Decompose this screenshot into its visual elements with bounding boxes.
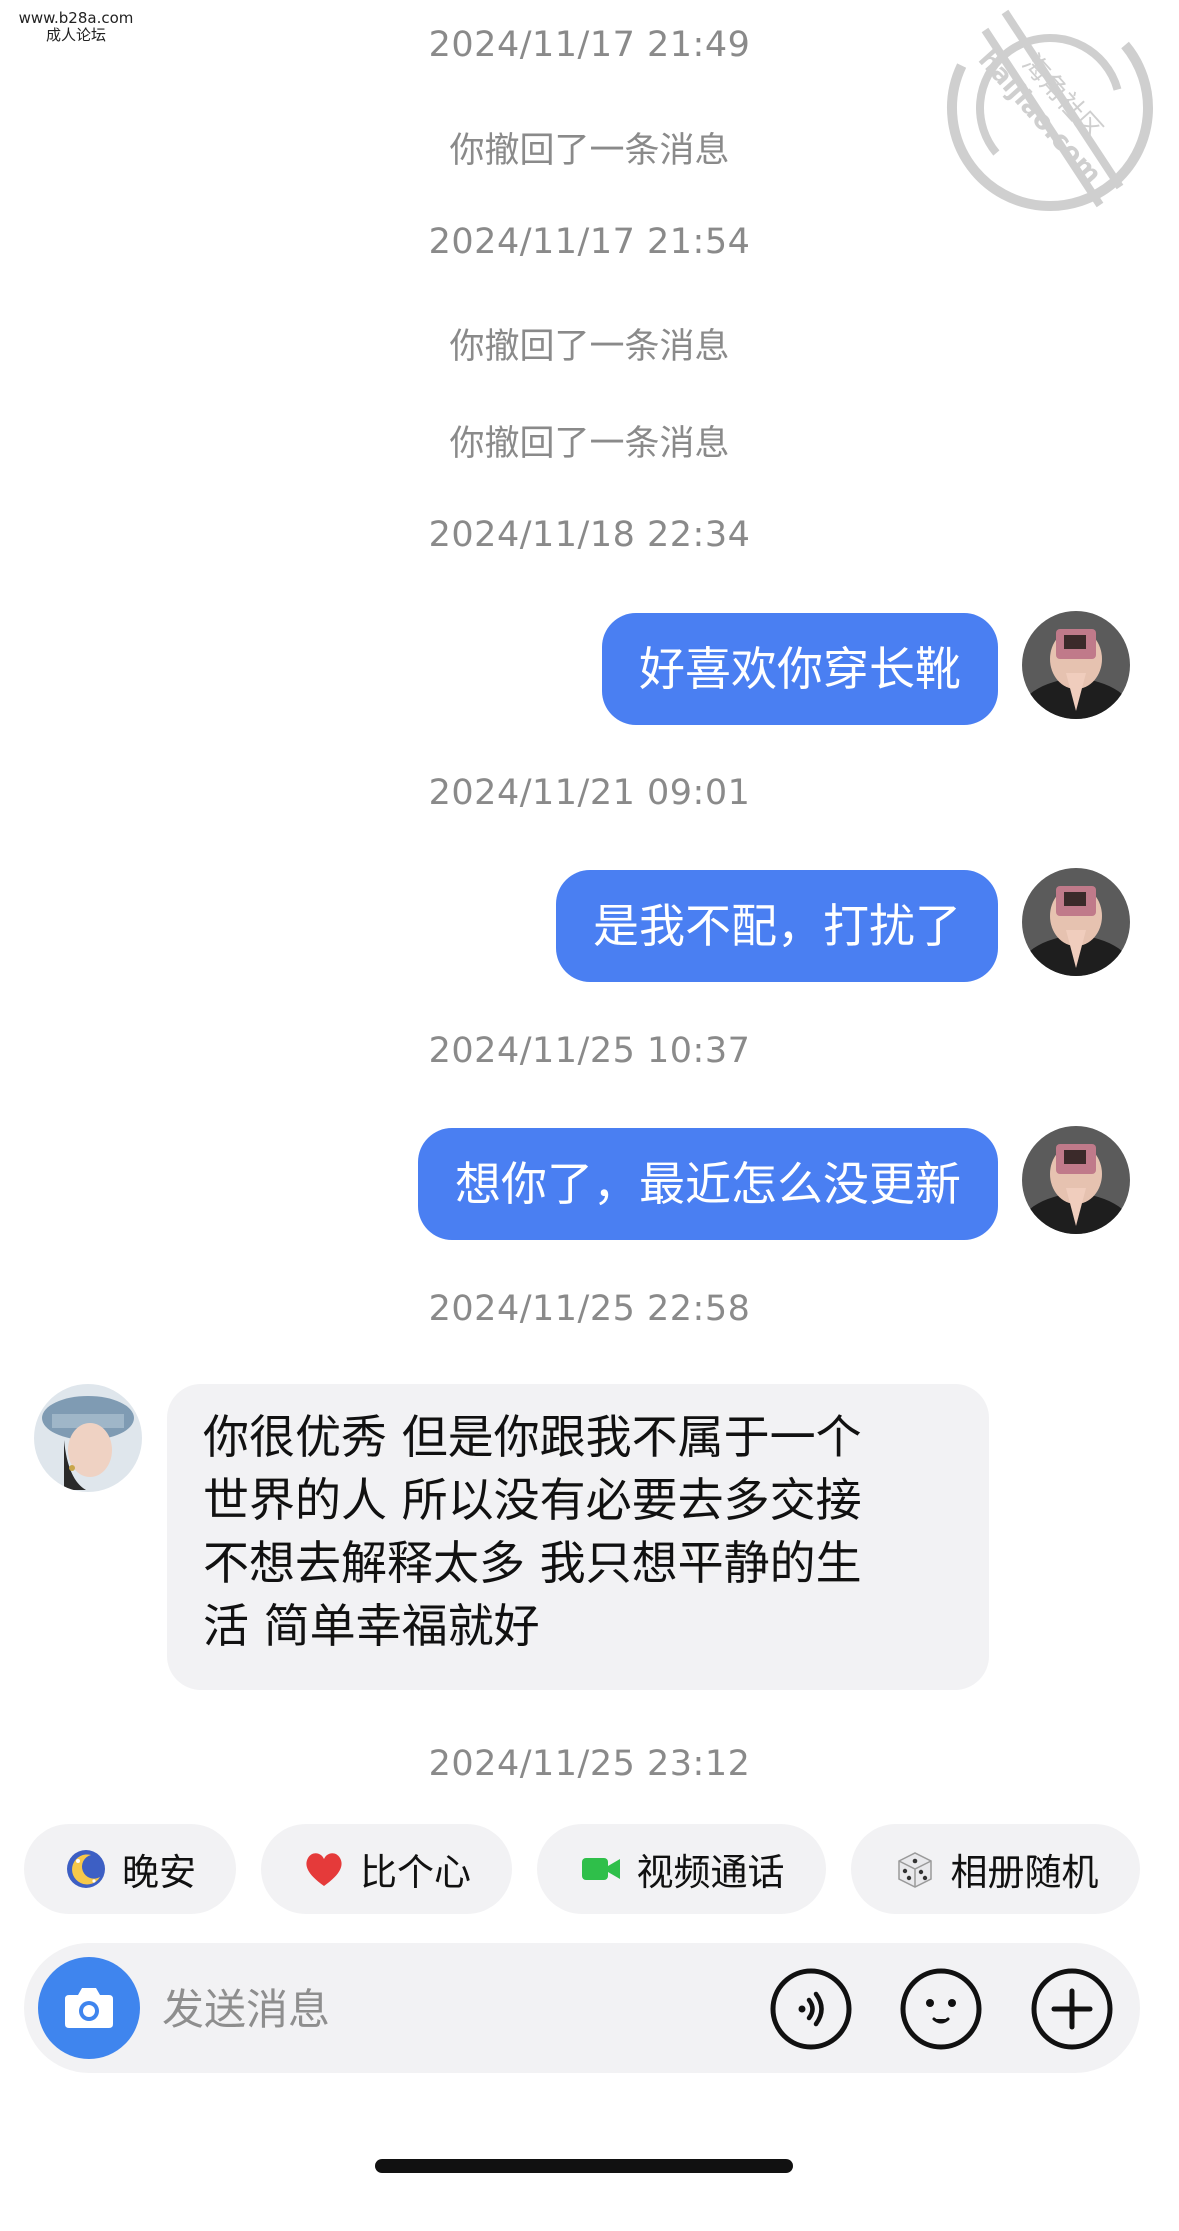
camera-icon [65, 1988, 113, 2028]
message-line: 不想去解释太多 我只想平静的生 [203, 1536, 862, 1590]
dice-icon [897, 1852, 932, 1888]
contact-avatar[interactable] [34, 1384, 142, 1492]
message-input[interactable] [160, 1973, 704, 2045]
recall-notice: 你撤回了一条消息 [449, 327, 730, 367]
my-avatar[interactable] [1022, 868, 1130, 976]
timestamp: 2024/11/25 23:12 [428, 1744, 751, 1784]
video-camera-icon [581, 1858, 620, 1880]
my-avatar[interactable] [1022, 611, 1130, 719]
outgoing-message-bubble[interactable]: 是我不配，打扰了 [556, 870, 998, 982]
recall-notice: 你撤回了一条消息 [449, 131, 730, 171]
plus-icon[interactable] [1030, 1967, 1114, 2051]
heart-icon [306, 1853, 342, 1886]
chip-label: 相册随机 [950, 1851, 1099, 1894]
message-line: 活 简单幸福就好 [203, 1599, 540, 1653]
quick-reply-heart[interactable]: 比个心 [261, 1824, 512, 1914]
timestamp: 2024/11/17 21:49 [428, 25, 751, 65]
recall-notice: 你撤回了一条消息 [449, 424, 730, 464]
quick-reply-bar: 晚安 比个心 视频通话 相册随机 [0, 1824, 1179, 1914]
message-composer [24, 1943, 1140, 2073]
quick-reply-goodnight[interactable]: 晚安 [24, 1824, 236, 1914]
emoji-icon[interactable] [899, 1967, 983, 2051]
quick-reply-video-call[interactable]: 视频通话 [537, 1824, 826, 1914]
quick-reply-album-random[interactable]: 相册随机 [851, 1824, 1140, 1914]
timestamp: 2024/11/18 22:34 [428, 515, 751, 555]
chip-label: 比个心 [360, 1851, 471, 1894]
chip-label: 晚安 [122, 1851, 196, 1894]
message-line: 世界的人 所以没有必要去多交接 [203, 1473, 862, 1527]
camera-button[interactable] [38, 1957, 140, 2059]
chip-label: 视频通话 [636, 1851, 785, 1894]
moon-icon [67, 1850, 105, 1888]
voice-icon[interactable] [769, 1967, 853, 2051]
timestamp: 2024/11/25 22:58 [428, 1289, 751, 1329]
my-avatar[interactable] [1022, 1126, 1130, 1234]
outgoing-message-bubble[interactable]: 好喜欢你穿长靴 [602, 613, 998, 725]
timestamp: 2024/11/25 10:37 [428, 1031, 751, 1071]
timestamp: 2024/11/17 21:54 [428, 222, 751, 262]
message-line: 你很优秀 但是你跟我不属于一个 [203, 1410, 862, 1464]
timestamp: 2024/11/21 09:01 [428, 773, 751, 813]
incoming-message-bubble[interactable]: 你很优秀 但是你跟我不属于一个 世界的人 所以没有必要去多交接 不想去解释太多 … [167, 1384, 989, 1690]
home-indicator[interactable] [375, 2159, 793, 2173]
outgoing-message-bubble[interactable]: 想你了，最近怎么没更新 [418, 1128, 998, 1240]
